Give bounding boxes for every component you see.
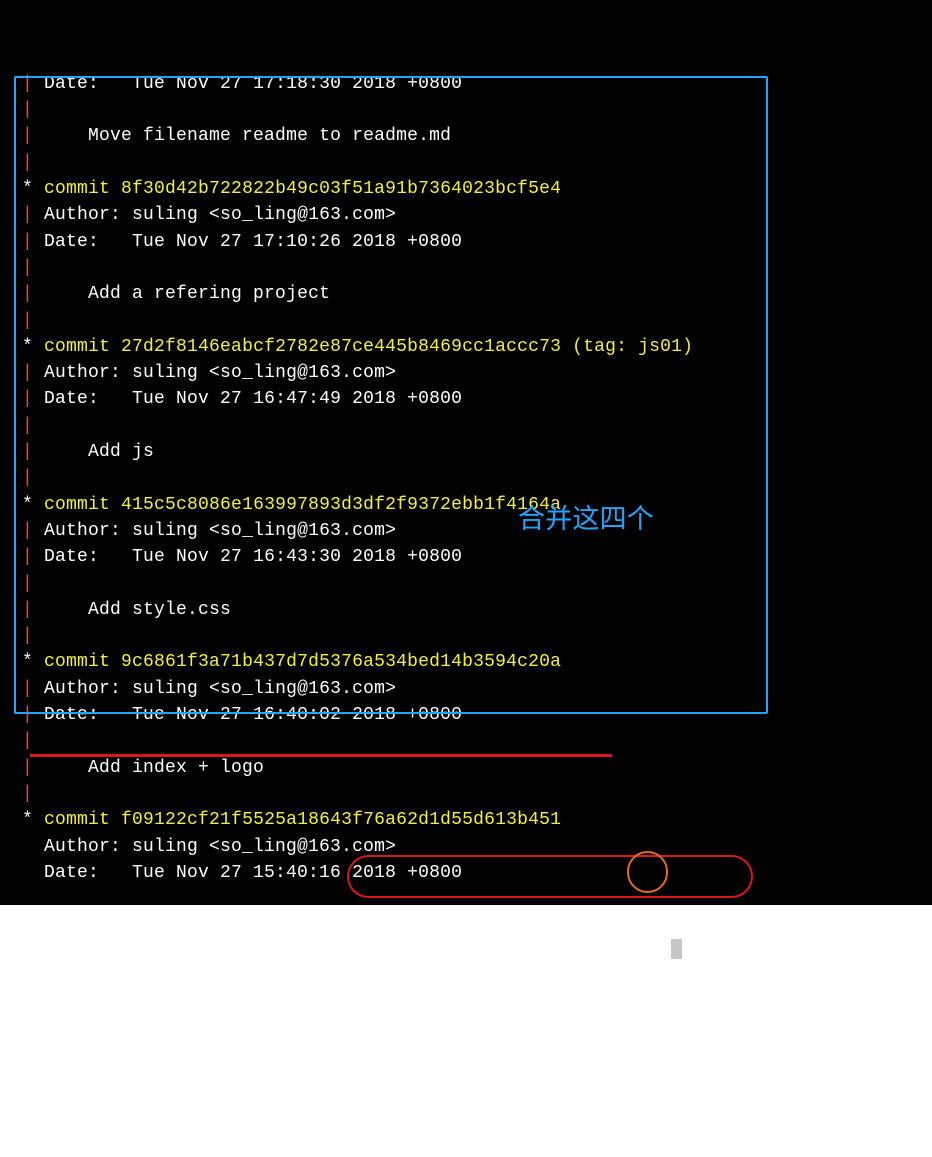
commit-message: Add a refering project [88, 284, 330, 304]
commit-date: Date: Tue Nov 27 17:18:30 2018 +0800 [44, 74, 462, 94]
commit-hash: commit 9c6861f3a71b437d7d5376a534bed14b3… [44, 652, 561, 672]
commit-tag: (tag: js01) [561, 337, 693, 357]
commit-author: Author: suling <so_ling@163.com> [44, 205, 396, 225]
commit-hash: commit 415c5c8086e163997893d3df2f9372ebb… [44, 495, 561, 515]
terminal-output: | Date: Tue Nov 27 17:18:30 2018 +0800 |… [0, 45, 932, 965]
commit-author: Author: suling <so_ling@163.com> [44, 679, 396, 699]
commit-hash: commit f09122cf21f5525a18643f76a62d1d55d… [44, 810, 561, 830]
terminal-window[interactable]: | Date: Tue Nov 27 17:18:30 2018 +0800 |… [0, 0, 932, 905]
prompt-hostpath: sulingdeMBP:git_learning suling$ [22, 942, 385, 962]
commit-date: Date: Tue Nov 27 17:10:26 2018 +0800 [44, 232, 462, 252]
commit-author: Author: suling <so_ling@163.com> [44, 363, 396, 383]
commit-message: Move filename readme to readme.md [88, 126, 451, 146]
commit-date: Date: Tue Nov 27 16:40:02 2018 +0800 [44, 705, 462, 725]
commit-hash: commit 27d2f8146eabcf2782e87ce445b8469cc… [44, 337, 561, 357]
commit-date: Date: Tue Nov 27 15:40:16 2018 +0800 [44, 863, 462, 883]
commit-message: Add style.css [88, 600, 231, 620]
commit-author: Author: suling <so_ling@163.com> [44, 521, 396, 541]
commit-message: Add js [88, 442, 154, 462]
cursor-icon [671, 939, 682, 959]
commit-hash: commit 8f30d42b722822b49c03f51a91b736402… [44, 179, 561, 199]
commit-message: Add index + logo [88, 758, 264, 778]
command-input[interactable]: git rebase -i f09122cf21f5 [385, 942, 671, 962]
commit-author: Author: suling <so_ling@163.com> [44, 837, 396, 857]
commit-date: Date: Tue Nov 27 16:43:30 2018 +0800 [44, 547, 462, 567]
commit-date: Date: Tue Nov 27 16:47:49 2018 +0800 [44, 389, 462, 409]
commit-message: Add readme [88, 915, 198, 935]
